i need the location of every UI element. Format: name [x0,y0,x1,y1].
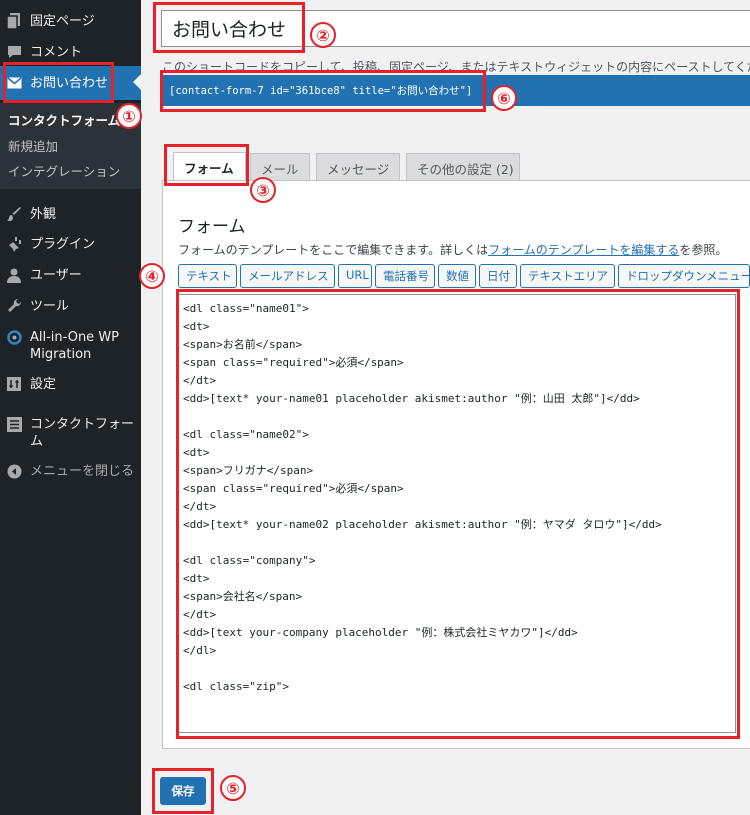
panel-description: フォームのテンプレートをここで編集できます。詳しくはフォームのテンプレートを編集… [178,241,727,258]
panel-heading: フォーム [178,217,246,237]
panel-desc-text: フォームのテンプレートをここで編集できます。詳しくは [178,243,489,257]
list-icon [6,416,22,432]
annotation-5: ⑤ [220,775,246,801]
tab-additional-settings[interactable]: その他の設定 (2) [406,153,520,180]
annotation-2: ② [310,22,336,48]
sidebar-item-appearance[interactable]: 外観 [0,206,141,223]
page-icon [6,13,22,29]
wrench-icon [6,298,22,314]
panel-desc-text-end: を参照。 [679,243,728,257]
highlight-shortcode [160,70,486,112]
tab-messages[interactable]: メッセージ [316,153,400,180]
active-menu-arrow [133,74,141,90]
collapse-icon [6,463,22,479]
tag-button-email[interactable]: メールアドレス [240,264,335,288]
highlight-save [152,768,214,814]
brush-icon [6,206,22,222]
tag-button-tel[interactable]: 電話番号 [375,264,435,288]
submenu-contact-forms[interactable]: コンタクトフォーム [8,110,120,129]
submenu-add-new[interactable]: 新規追加 [8,136,58,155]
highlight-editor [176,289,740,739]
annotation-3: ③ [250,177,276,203]
tag-button-textarea[interactable]: テキストエリア [520,264,615,288]
plugin-icon [6,236,22,252]
highlight-title [153,2,305,53]
settings-icon [6,376,22,392]
annotation-1: ① [116,103,142,129]
user-icon [6,267,22,283]
tag-button-date[interactable]: 日付 [479,264,517,288]
sidebar-item-settings[interactable]: 設定 [0,376,141,393]
sidebar-item-pages[interactable]: 固定ページ [0,13,141,30]
tag-button-dropdown[interactable]: ドロップダウンメニュー [618,264,750,288]
sidebar-item-tools[interactable]: ツール [0,298,141,315]
highlight-contact-menu [3,62,114,103]
sidebar-item-plugins[interactable]: プラグイン [0,236,141,253]
sidebar-item-migration[interactable]: All-in-One WP Migration [0,329,141,363]
tab-mail[interactable]: メール [250,153,310,180]
submenu-integration[interactable]: インテグレーション [8,161,120,180]
sidebar-item-contact-form-list[interactable]: コンタクトフォーム [0,416,141,450]
sidebar-collapse-menu[interactable]: メニューを閉じる [0,463,141,480]
comment-icon [6,44,22,60]
annotation-6: ⑥ [491,85,517,111]
highlight-form-tab [164,144,249,186]
tag-button-url[interactable]: URL [338,264,372,288]
sidebar-item-comments[interactable]: コメント [0,44,141,61]
annotation-4: ④ [139,263,165,289]
tag-button-text[interactable]: テキスト [178,264,237,288]
migration-icon [6,329,22,345]
tag-button-number[interactable]: 数値 [438,264,476,288]
sidebar-item-users[interactable]: ユーザー [0,267,141,284]
template-help-link[interactable]: フォームのテンプレートを編集する [488,243,679,257]
